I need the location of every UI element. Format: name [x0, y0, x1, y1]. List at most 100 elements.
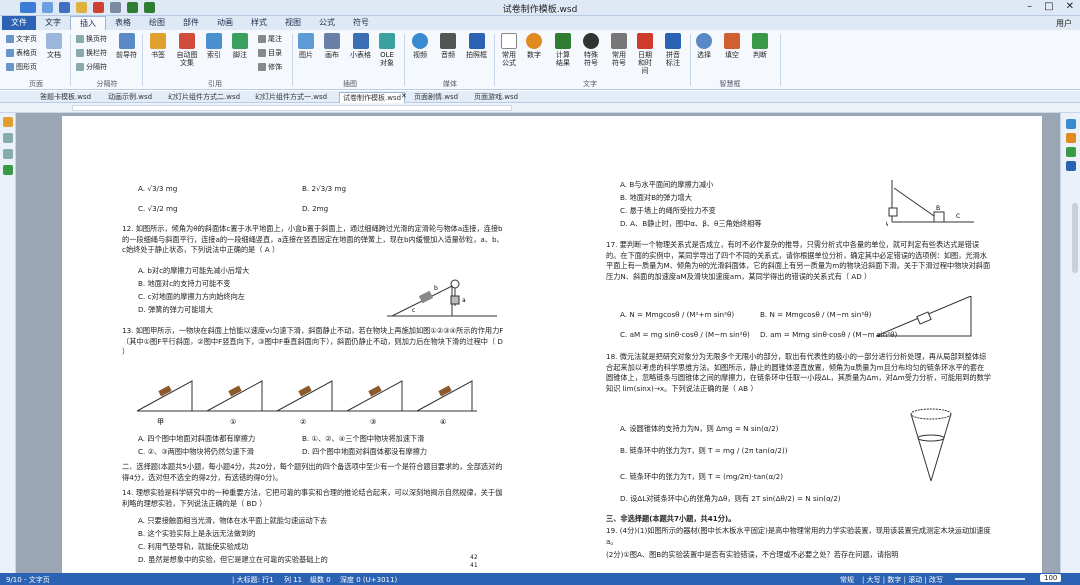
- common-symbol-button[interactable]: 常用符号: [610, 33, 628, 67]
- calc-result-button[interactable]: 计算结果: [554, 33, 572, 67]
- page-right[interactable]: A. B与水平面间的摩擦力减小 B. 地面对B的弹力增大 C. 悬于墙上的绳所受…: [546, 116, 1042, 573]
- zoom-level[interactable]: 100: [1040, 574, 1062, 582]
- outline-icon[interactable]: [3, 165, 13, 175]
- autotext-button[interactable]: 自动图文集: [176, 33, 198, 67]
- tab-formula[interactable]: 公式: [310, 16, 344, 30]
- calendar-icon: [637, 33, 653, 49]
- endnote-icon: [258, 35, 266, 43]
- fig-label: A: [886, 221, 889, 228]
- divider: [70, 34, 71, 86]
- small-table-button[interactable]: 小表格: [350, 33, 371, 59]
- video-button[interactable]: 视频: [412, 33, 428, 59]
- window-title: 试卷制作模板.wsd: [502, 5, 578, 15]
- number-button[interactable]: 数字: [526, 33, 542, 59]
- share-icon[interactable]: [1066, 161, 1076, 171]
- choice-icon: [696, 33, 712, 49]
- grad-cap-icon[interactable]: [1066, 147, 1076, 157]
- filter-icon: [611, 33, 627, 49]
- leader-button[interactable]: 前导符: [116, 33, 137, 59]
- tab-style[interactable]: 样式: [242, 16, 276, 30]
- tab-symbol[interactable]: 符号: [344, 16, 378, 30]
- doc-tab[interactable]: 幻灯片组件方式一.wsd: [255, 92, 327, 102]
- number-icon: [526, 33, 542, 49]
- option-c: C. √3/2 mg: [138, 204, 178, 213]
- tab-table[interactable]: 表格: [106, 16, 140, 30]
- user-label[interactable]: 用户: [1056, 18, 1072, 29]
- page-break-button[interactable]: 换页符: [76, 34, 107, 44]
- q13-option-b: B. ①、②、④三个图中物块将加速下滑: [302, 434, 425, 443]
- tab-view[interactable]: 视图: [276, 16, 310, 30]
- footnote-button[interactable]: 脚注: [232, 33, 248, 59]
- column-break-button[interactable]: 换栏符: [76, 48, 107, 58]
- date-time-button[interactable]: 日期和时间: [636, 33, 654, 75]
- fig-label: ①: [230, 418, 236, 426]
- endnote-button[interactable]: 尾注: [258, 34, 282, 44]
- zoom-slider[interactable]: [955, 578, 1025, 580]
- page-left[interactable]: A. √3/3 mg B. 2√3/3 mg C. √3/2 mg D. 2mg…: [62, 116, 558, 573]
- view-mode[interactable]: 常规: [840, 575, 854, 585]
- close-icon[interactable]: ✕: [1066, 1, 1074, 12]
- page-group-label: 页面: [29, 80, 43, 88]
- incline-pulley-figure: b a c: [387, 279, 497, 317]
- document-canvas[interactable]: A. √3/3 mg B. 2√3/3 mg C. √3/2 mg D. 2mg…: [16, 113, 1060, 573]
- ole-object-button[interactable]: OLE对象: [378, 33, 396, 67]
- divider: [780, 34, 781, 86]
- close-tab-icon[interactable]: ✕: [401, 92, 407, 100]
- left-sidebar: [0, 113, 16, 573]
- copy-icon[interactable]: [3, 149, 13, 159]
- q14-option-d: D. 虽然是想象中的实验，但它是建立在可靠的实验基础上的: [138, 555, 328, 564]
- doc-tab[interactable]: 幻灯片组件方式二.wsd: [168, 92, 240, 102]
- tab-insert[interactable]: 插入: [70, 16, 106, 30]
- q18-option-b: B. 链条环中的张力为T，则 T = mg / (2π tan(α/2)): [620, 446, 788, 455]
- leader-icon: [118, 33, 135, 49]
- doc-tab[interactable]: 答题卡模板.wsd: [40, 92, 91, 102]
- minimize-icon[interactable]: –: [1027, 1, 1032, 12]
- column-break-icon: [76, 49, 84, 57]
- page-number: 41: [470, 562, 478, 569]
- common-formula-button[interactable]: 常用公式: [500, 33, 518, 67]
- doc-tab[interactable]: 页面剧情.wsd: [414, 92, 458, 102]
- page-icon[interactable]: [3, 133, 13, 143]
- doc-tab-active[interactable]: 试卷制作模板.wsd: [339, 92, 406, 103]
- toc-button[interactable]: 目录: [258, 48, 282, 58]
- cone-figure: [910, 408, 952, 482]
- special-symbol-button[interactable]: 特殊符号: [582, 33, 600, 67]
- maximize-icon[interactable]: □: [1044, 1, 1053, 12]
- index-button[interactable]: 索引: [206, 33, 222, 59]
- graphic-page-button[interactable]: 图形页: [6, 62, 37, 72]
- folder-icon[interactable]: [3, 117, 13, 127]
- tab-file[interactable]: 文件: [2, 16, 36, 30]
- audio-button[interactable]: 音频: [440, 33, 456, 59]
- picture-icon: [298, 33, 314, 49]
- fill-blank-button[interactable]: 填空: [724, 33, 740, 59]
- decorate-button[interactable]: 修饰: [258, 62, 282, 72]
- doc-tab[interactable]: 页面游戏.wsd: [474, 92, 518, 102]
- tab-parts[interactable]: 部件: [174, 16, 208, 30]
- fig-label: C: [956, 213, 960, 220]
- footnote-icon: [232, 33, 248, 49]
- tab-text[interactable]: 文字: [36, 16, 70, 30]
- question-17: 17. 要判断一个物理关系式是否成立，有时不必作复杂的推导，只需分析式中各量的单…: [606, 240, 991, 281]
- photo-frame-button[interactable]: 拍照框: [466, 33, 487, 59]
- pinyin-button[interactable]: 拼音标注: [664, 33, 682, 67]
- heart-icon[interactable]: [1066, 133, 1076, 143]
- choice-button[interactable]: 选择: [696, 33, 712, 59]
- judge-button[interactable]: 判断: [752, 33, 768, 59]
- tab-animation[interactable]: 动画: [208, 16, 242, 30]
- tab-draw[interactable]: 绘图: [140, 16, 174, 30]
- bookmark-button[interactable]: 书签: [150, 33, 166, 59]
- ruler[interactable]: [0, 103, 1080, 113]
- separator-button[interactable]: 分隔符: [76, 62, 107, 72]
- help-icon[interactable]: [1066, 119, 1076, 129]
- divider: [404, 34, 405, 86]
- q13-option-c: C. ②、③两图中物块将仍然匀速下滑: [138, 447, 254, 456]
- picture-button[interactable]: 图片: [298, 33, 314, 59]
- text-page-button[interactable]: 文字页: [6, 34, 37, 44]
- doc-tab[interactable]: 动画示例.wsd: [108, 92, 152, 102]
- question-19-part: (2分)①图A、图B的实验装置中是否有实验错误，不合理或不必要之处？若存在问题，…: [606, 550, 899, 559]
- check-icon: [752, 33, 768, 49]
- document-button[interactable]: 文档: [46, 33, 62, 59]
- table-page-button[interactable]: 表格页: [6, 48, 37, 58]
- canvas-button[interactable]: 画布: [324, 33, 340, 59]
- vertical-scrollbar-thumb[interactable]: [1072, 203, 1078, 273]
